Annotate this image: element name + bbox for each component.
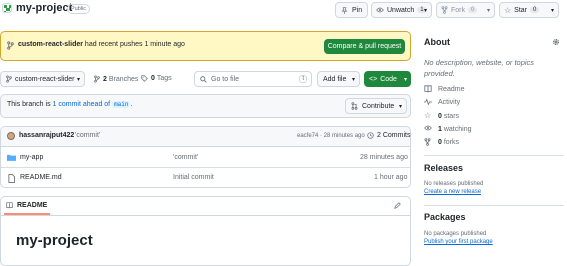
branches-link[interactable]: 2 Branches (94, 75, 138, 83)
branch-icon (7, 41, 14, 50)
table-row[interactable] (1, 147, 410, 168)
create-release-link[interactable]: Create a new release (424, 189, 481, 195)
star-icon: ☆ (504, 5, 512, 15)
sidebar-divider (424, 205, 564, 206)
pin-button[interactable]: Pin (335, 2, 368, 18)
commit-author[interactable]: hassanrajput422 (19, 132, 74, 139)
star-button[interactable]: ☆ Star 0 ▾ (499, 2, 559, 18)
file-time: 1 hour ago (374, 174, 408, 181)
fork-icon (424, 138, 432, 146)
tag-icon (141, 75, 148, 82)
about-description: No description, website, or topics provi… (424, 58, 535, 78)
banner-branch[interactable]: custom-react-slider (18, 41, 83, 48)
unwatch-button[interactable]: Unwatch 1 ▾ (371, 2, 432, 18)
eye-icon (376, 7, 384, 13)
file-commit-message[interactable]: Initial commit (173, 174, 214, 181)
pencil-icon[interactable] (394, 202, 401, 209)
chevron-down-icon: ▾ (486, 7, 490, 14)
gear-icon[interactable] (552, 38, 560, 46)
commits-count-link[interactable]: 2 Commits (367, 132, 410, 139)
sidebar-divider (424, 155, 564, 156)
file-icon (8, 174, 15, 183)
search-icon (200, 75, 207, 83)
chevron-down-icon: ▾ (550, 7, 554, 14)
branch-icon (6, 75, 12, 83)
branch-icon (94, 75, 100, 83)
shortcut-key: t (299, 75, 307, 83)
packages-title[interactable]: Packages (424, 212, 466, 222)
commit-meta[interactable]: eacfe74 · 28 minutes ago (297, 133, 365, 139)
fork-button[interactable]: Fork 0 ▾ (436, 2, 495, 18)
readme-divider (0, 215, 411, 216)
stars-link[interactable]: ☆ 0 stars (424, 112, 459, 120)
forks-link[interactable]: 0 forks (424, 138, 459, 146)
star-icon: ☆ (424, 111, 432, 120)
file-name-link[interactable]: my-app (20, 154, 43, 161)
book-icon (424, 85, 432, 93)
packages-empty: No packages published (424, 231, 487, 237)
pulse-icon (424, 98, 432, 106)
book-icon (6, 202, 13, 209)
base-branch[interactable]: main (112, 101, 131, 108)
commit-message[interactable]: 'commit' (75, 132, 100, 139)
file-time: 28 minutes ago (360, 154, 408, 161)
publish-package-link[interactable]: Publish your first package (424, 239, 493, 245)
visibility-badge: Public (67, 4, 90, 14)
readme-link[interactable]: Readme (424, 85, 464, 93)
branch-select[interactable]: custom-react-slider ▾ (0, 71, 85, 87)
activity-link[interactable]: Activity (424, 98, 460, 106)
file-name-link[interactable]: README.md (20, 174, 62, 181)
folder-icon (7, 154, 16, 161)
code-icon: <> (369, 75, 378, 83)
history-icon (367, 132, 374, 139)
code-button[interactable]: <> Code ▾ (364, 71, 411, 87)
chevron-down-icon: ▾ (76, 76, 80, 83)
releases-title[interactable]: Releases (424, 163, 463, 173)
chevron-down-icon: ▾ (398, 103, 402, 110)
chevron-down-icon: ▾ (351, 76, 355, 83)
compare-pull-request-button[interactable]: Compare & pull request (324, 39, 405, 54)
pin-icon (341, 6, 348, 14)
go-to-file-input[interactable]: Go to file t (194, 71, 312, 87)
fork-icon (441, 6, 448, 14)
readme-panel (0, 196, 411, 266)
add-file-button[interactable]: Add file ▾ (317, 71, 360, 87)
releases-empty: No releases published (424, 181, 484, 187)
contribute-button[interactable]: Contribute ▾ (345, 98, 407, 114)
banner-message: had recent pushes 1 minute ago (84, 41, 185, 48)
readme-heading: my-project (16, 232, 93, 249)
eye-icon (424, 125, 432, 133)
chevron-down-icon: ▾ (403, 76, 407, 83)
pull-request-icon (351, 102, 358, 110)
commits-ahead-link[interactable]: 1 commit ahead of (53, 101, 111, 108)
avatar (7, 132, 15, 140)
file-commit-message[interactable]: 'commit' (173, 154, 198, 161)
repo-avatar (2, 3, 12, 13)
about-title: About (424, 37, 450, 47)
readme-tab[interactable]: README (6, 202, 47, 209)
tags-link[interactable]: 0 Tags (141, 75, 172, 82)
watching-link[interactable]: 1 watching (424, 125, 472, 133)
repo-name[interactable]: my-project (16, 2, 72, 14)
branch-status-text: This branch is 1 commit ahead of main. (7, 101, 133, 108)
chevron-down-icon: ▾ (423, 7, 427, 14)
